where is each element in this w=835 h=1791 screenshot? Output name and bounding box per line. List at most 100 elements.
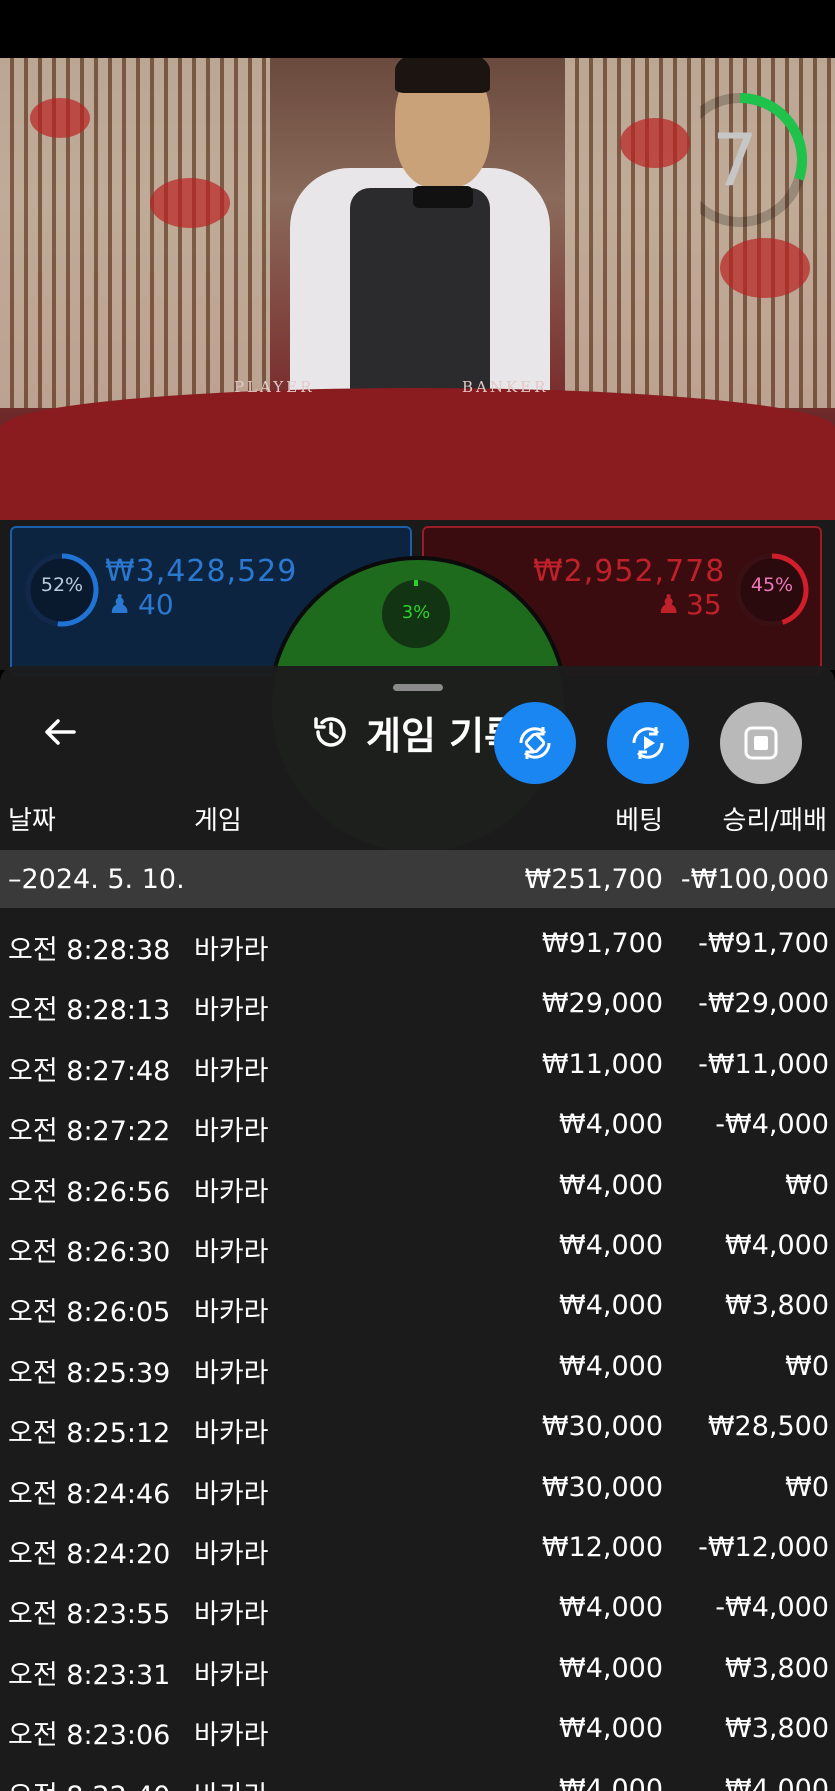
table-row[interactable]: 오전 8:26:05 바카라 ₩4,000 ₩3,800 (0, 1276, 835, 1336)
row-bet: ₩4,000 (559, 1169, 663, 1201)
row-result: -₩11,000 (698, 1048, 829, 1080)
row-time: 오전 8:23:06 (8, 1720, 171, 1752)
row-game: 바카라 (194, 1176, 269, 1208)
row-time: 오전 8:27:48 (8, 1055, 171, 1087)
row-game: 바카라 (194, 1357, 269, 1389)
row-bet: ₩11,000 (541, 1048, 663, 1080)
row-result: ₩3,800 (725, 1290, 829, 1322)
date-group-label: –2024. 5. 10. (8, 864, 185, 895)
row-bet: ₩29,000 (541, 988, 663, 1020)
status-bar (0, 0, 835, 58)
stop-icon (744, 726, 778, 760)
banker-count-icon: ♟ (657, 590, 681, 620)
column-header-result: 승리/패배 (722, 806, 827, 836)
row-game: 바카라 (194, 1116, 269, 1148)
tie-percent: 3% (401, 602, 431, 623)
stop-button[interactable] (720, 702, 802, 784)
row-bet: ₩4,000 (559, 1652, 663, 1684)
table-banker-label: BANKER (462, 378, 549, 396)
autoplay-button[interactable] (494, 702, 576, 784)
player-amount: ₩3,428,529 (105, 554, 298, 589)
column-header-bet: 베팅 (615, 806, 663, 836)
row-time: 오전 8:26:05 (8, 1297, 171, 1329)
row-time: 오전 8:28:13 (8, 995, 171, 1027)
row-bet: ₩4,000 (559, 1230, 663, 1261)
row-time: 오전 8:25:39 (8, 1357, 171, 1389)
date-group-row[interactable]: –2024. 5. 10. ₩251,700 -₩100,000 (0, 850, 835, 908)
row-bet: ₩4,000 (559, 1350, 663, 1382)
table-row[interactable]: 오전 8:24:20 바카라 ₩12,000 -₩12,000 (0, 1518, 835, 1578)
row-bet: ₩91,700 (541, 928, 663, 959)
row-time: 오전 8:27:22 (8, 1116, 171, 1148)
countdown-number: 7 (712, 118, 758, 202)
row-time: 오전 8:25:12 (8, 1418, 171, 1450)
player-percent: 52% (40, 574, 84, 596)
row-bet: ₩30,000 (541, 1471, 663, 1503)
row-result: -₩4,000 (715, 1109, 829, 1141)
row-game: 바카라 (194, 1418, 269, 1450)
row-game: 바카라 (194, 1539, 269, 1570)
row-game: 바카라 (194, 1237, 269, 1268)
row-result: ₩0 (785, 1350, 829, 1382)
row-result: ₩4,000 (725, 1773, 829, 1791)
row-time: 오전 8:23:55 (8, 1599, 171, 1631)
table-player-label: PLAYER (234, 378, 315, 396)
row-result: ₩28,500 (707, 1411, 829, 1443)
row-game: 바카라 (194, 935, 269, 966)
row-bet: ₩4,000 (559, 1773, 663, 1791)
table-row[interactable]: 오전 8:23:31 바카라 ₩4,000 ₩3,800 (0, 1639, 835, 1699)
table-row[interactable]: 오전 8:27:22 바카라 ₩4,000 -₩4,000 (0, 1095, 835, 1155)
table-row[interactable]: 오전 8:25:39 바카라 ₩4,000 ₩0 (0, 1337, 835, 1397)
table-row[interactable]: 오전 8:25:12 바카라 ₩30,000 ₩28,500 (0, 1397, 835, 1457)
table-row[interactable]: 오전 8:28:13 바카라 ₩29,000 -₩29,000 (0, 974, 835, 1034)
blossom-decor (150, 178, 230, 228)
table-row[interactable]: 오전 8:23:06 바카라 ₩4,000 ₩3,800 (0, 1699, 835, 1759)
row-game: 바카라 (194, 1599, 269, 1631)
replay-icon (632, 727, 664, 759)
dealer-hair (395, 58, 490, 93)
row-time: 오전 8:23:31 (8, 1659, 171, 1691)
table-row[interactable]: 오전 8:28:38 바카라 ₩91,700 -₩91,700 (0, 914, 835, 974)
player-count-icon: ♟ (108, 590, 132, 620)
replay-button[interactable] (607, 702, 689, 784)
player-count: 40 (138, 588, 174, 621)
row-bet: ₩30,000 (541, 1411, 663, 1443)
row-time: 오전 8:24:46 (8, 1478, 171, 1510)
banker-percent: 45% (750, 574, 794, 596)
row-result: ₩0 (785, 1471, 829, 1503)
blossom-decor (720, 238, 810, 298)
autoplay-icon (519, 727, 551, 759)
row-time: 오전 8:28:38 (8, 935, 171, 966)
dealer-bowtie (413, 186, 473, 208)
column-header-date: 날짜 (8, 806, 56, 836)
row-bet: ₩4,000 (559, 1109, 663, 1141)
row-game: 바카라 (194, 1055, 269, 1087)
back-arrow-icon[interactable] (40, 712, 80, 752)
row-bet: ₩12,000 (541, 1532, 663, 1563)
baccarat-table (0, 388, 835, 528)
table-row[interactable]: 오전 8:26:56 바카라 ₩4,000 ₩0 (0, 1156, 835, 1216)
table-row[interactable]: 오전 8:23:55 바카라 ₩4,000 -₩4,000 (0, 1578, 835, 1638)
banker-count: 35 (686, 588, 722, 621)
table-row[interactable]: 오전 8:24:46 바카라 ₩30,000 ₩0 (0, 1458, 835, 1518)
row-result: ₩3,800 (725, 1713, 829, 1745)
sheet-drag-handle[interactable] (393, 684, 443, 691)
column-header-game: 게임 (194, 806, 242, 836)
row-game: 바카라 (194, 1659, 269, 1691)
history-title-bar: 게임 기록 (310, 706, 519, 758)
row-bet: ₩4,000 (559, 1592, 663, 1624)
table-row[interactable]: 오전 8:26:30 바카라 ₩4,000 ₩4,000 (0, 1216, 835, 1276)
row-result: -₩12,000 (698, 1532, 829, 1563)
table-row[interactable]: 오전 8:22:40 바카라 ₩4,000 ₩4,000 (0, 1760, 835, 1791)
history-icon (314, 717, 346, 747)
row-game: 바카라 (194, 1478, 269, 1510)
row-result: ₩3,800 (725, 1652, 829, 1684)
row-result: -₩91,700 (698, 928, 829, 959)
row-game: 바카라 (194, 995, 269, 1027)
banker-amount: ₩2,952,778 (533, 554, 726, 589)
row-result: -₩29,000 (698, 988, 829, 1020)
row-time: 오전 8:22:40 (8, 1774, 170, 1791)
date-group-bet: ₩251,700 (524, 864, 663, 895)
table-row[interactable]: 오전 8:27:48 바카라 ₩11,000 -₩11,000 (0, 1035, 835, 1095)
row-bet: ₩4,000 (559, 1713, 663, 1745)
